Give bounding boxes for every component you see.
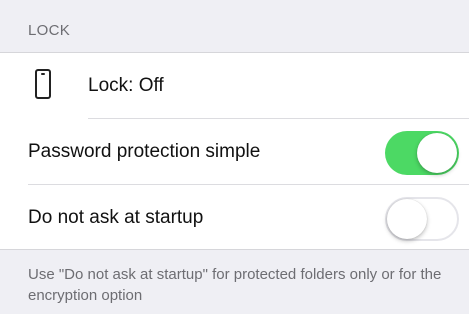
lock-row[interactable]: Lock: Off: [0, 53, 469, 119]
password-protection-simple-label: Password protection simple: [28, 141, 261, 162]
toggle-knob: [387, 199, 427, 239]
do-not-ask-at-startup-row: Do not ask at startup: [0, 185, 469, 251]
section-header: LOCK: [28, 22, 71, 39]
footer-note: Use "Do not ask at startup" for protecte…: [28, 266, 442, 304]
phone-icon: [35, 69, 51, 99]
password-protection-simple-toggle[interactable]: [385, 131, 459, 175]
lock-status-label: Lock: Off: [88, 75, 164, 96]
do-not-ask-at-startup-label: Do not ask at startup: [28, 207, 204, 228]
password-protection-simple-row: Password protection simple: [0, 119, 469, 185]
do-not-ask-at-startup-toggle[interactable]: [385, 197, 459, 241]
lock-settings-group: Lock: Off Password protection simple Do …: [0, 52, 469, 250]
toggle-knob: [417, 133, 457, 173]
